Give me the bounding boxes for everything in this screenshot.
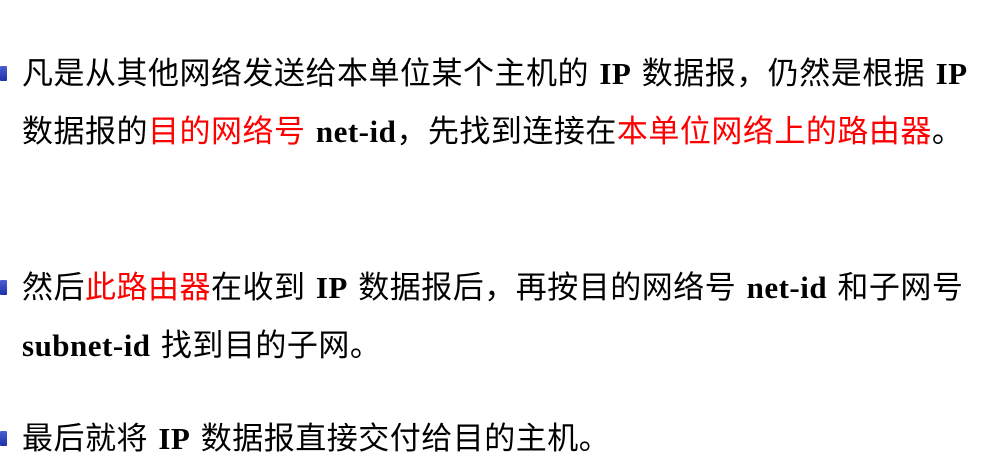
text-segment: 找到目的子网。 <box>150 328 382 364</box>
text-segment-bold: subnet-id <box>22 328 151 363</box>
text-segment: 数据报直接交付给目的主机。 <box>190 421 611 457</box>
text-segment-bold: IP <box>158 421 191 456</box>
bullet-text-1: 凡是从其他网络发送给本单位某个主机的 IP 数据报，仍然是根据 IP 数据报的目… <box>22 45 972 161</box>
text-segment-bold: IP <box>935 56 968 91</box>
text-segment: 最后就将 <box>22 421 159 457</box>
text-segment: 然后 <box>22 270 85 306</box>
text-segment-highlight: 此路由器 <box>85 270 211 306</box>
bullet-square-icon <box>0 280 7 295</box>
text-segment-bold: IP <box>315 270 348 305</box>
bullet-text-3: 最后就将 IP 数据报直接交付给目的主机。 <box>22 410 972 468</box>
text-segment-bold: net-id <box>315 114 397 149</box>
text-segment-highlight: 目的网络号 <box>148 114 306 150</box>
bullet-text-2: 然后此路由器在收到 IP 数据报后，再按目的网络号 net-id 和子网号 su… <box>22 259 972 375</box>
text-segment: 数据报，仍然是根据 <box>631 56 936 92</box>
text-segment: ，先找到连接在 <box>396 114 617 150</box>
bullet-square-icon <box>0 66 7 81</box>
text-segment-bold: IP <box>599 56 632 91</box>
text-segment: 在收到 <box>211 270 316 306</box>
bullet-square-icon <box>0 431 7 446</box>
slide: 凡是从其他网络发送给本单位某个主机的 IP 数据报，仍然是根据 IP 数据报的目… <box>0 0 984 473</box>
text-segment: 数据报后，再按目的网络号 <box>347 270 747 306</box>
text-segment: 和子网号 <box>827 270 964 306</box>
text-segment-highlight: 本单位网络上的路由器 <box>616 114 932 150</box>
text-segment <box>306 114 316 150</box>
text-segment: 。 <box>931 114 964 150</box>
text-segment: 凡是从其他网络发送给本单位某个主机的 <box>22 56 600 92</box>
text-segment-bold: net-id <box>746 270 828 305</box>
text-segment: 数据报的 <box>22 114 148 150</box>
